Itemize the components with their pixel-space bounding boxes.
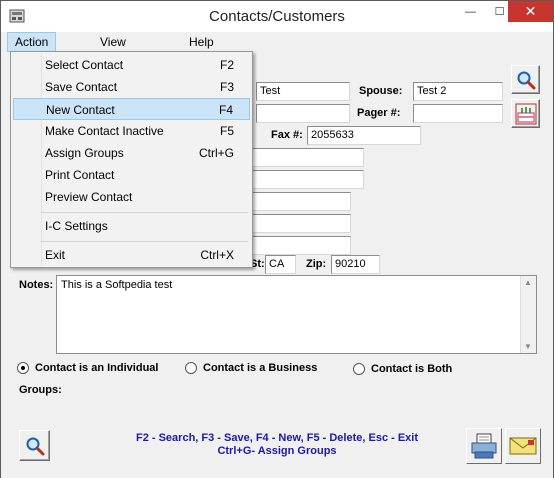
menu-item-label: Assign Groups [45,146,124,160]
menu-item-select-contact[interactable]: Select Contact F2 [13,54,250,76]
menu-item-assign-groups[interactable]: Assign Groups Ctrl+G [13,142,250,164]
radio-individual-dot[interactable] [17,362,29,374]
state-field[interactable]: CA [265,255,296,274]
menu-item-shortcut: Ctrl+G [198,146,234,160]
pager-field[interactable] [413,104,503,123]
menu-help[interactable]: Help [182,32,221,52]
zip-label: Zip: [306,258,327,270]
radio-business-label: Contact is a Business [203,362,318,374]
menu-view[interactable]: View [93,32,133,52]
menu-separator [41,241,248,242]
groups-label: Groups: [19,384,62,396]
city-field[interactable] [250,236,351,255]
menu-item-shortcut: F4 [218,103,233,117]
menu-item-label: Exit [45,248,66,262]
menu-item-shortcut: F5 [219,124,234,138]
menu-separator [41,212,248,213]
address-field-1[interactable] [250,148,364,167]
radio-both[interactable]: Contact is Both [353,363,452,375]
spouse-field[interactable]: Test 2 [413,82,503,101]
menu-item-shortcut: F2 [219,58,234,72]
action-dropdown-menu: Select Contact F2 Save Contact F3 New Co… [10,51,253,268]
menu-item-exit[interactable]: Exit Ctrl+X [13,244,250,266]
menu-item-label: Preview Contact [45,190,133,204]
birthday-button[interactable] [511,99,540,128]
close-button[interactable]: ✕ [508,1,553,22]
menu-item-shortcut: F3 [219,80,234,94]
name-field[interactable]: Test [256,82,350,101]
menu-item-save-contact[interactable]: Save Contact F3 [13,76,250,98]
radio-both-dot[interactable] [353,363,365,375]
phone-field[interactable] [256,104,350,123]
scroll-up-icon[interactable]: ▲ [524,278,532,287]
radio-business[interactable]: Contact is a Business [185,362,317,374]
address-field-2[interactable] [250,170,364,189]
menu-item-ic-settings[interactable]: I-C Settings [13,215,250,237]
notes-text: This is a Softpedia test [61,279,173,291]
menu-item-print-contact[interactable]: Print Contact [13,164,250,186]
menu-item-make-inactive[interactable]: Make Contact Inactive F5 [13,120,250,142]
printer-icon [471,433,497,459]
menu-item-shortcut: Ctrl+X [200,248,234,262]
menu-bar: Action View Help [1,32,553,52]
fax-field[interactable]: 2055633 [307,126,421,145]
radio-business-dot[interactable] [185,362,197,374]
menu-item-label: New Contact [46,103,115,117]
menu-action[interactable]: Action [7,32,57,52]
address-field-3[interactable] [250,192,351,211]
radio-individual[interactable]: Contact is an Individual [17,362,158,374]
title-bar: Contacts/Customers — ☐ ✕ [1,1,553,32]
minimize-button[interactable]: — [456,1,485,22]
notes-label: Notes: [19,279,54,291]
address-field-4[interactable] [250,214,351,233]
scroll-down-icon[interactable]: ▼ [524,342,532,351]
envelope-icon [509,437,537,455]
notes-textarea[interactable]: This is a Softpedia test ▲ ▼ [56,275,537,354]
fax-label: Fax #: [271,129,303,141]
radio-individual-label: Contact is an Individual [35,362,159,374]
menu-item-label: Select Contact [45,58,124,72]
menu-item-label: Print Contact [45,168,115,182]
radio-both-label: Contact is Both [371,363,453,375]
spouse-label: Spouse: [359,85,403,97]
menu-item-label: Make Contact Inactive [45,124,164,138]
print-button[interactable] [466,428,502,464]
zip-field[interactable]: 90210 [331,255,380,274]
pager-label: Pager #: [357,107,401,119]
email-button[interactable] [505,428,541,464]
menu-item-preview-contact[interactable]: Preview Contact [13,186,250,208]
menu-item-label: Save Contact [45,80,118,94]
birthday-cake-icon [515,103,536,124]
menu-item-label: I-C Settings [45,219,108,233]
notes-scrollbar[interactable]: ▲ ▼ [520,276,536,353]
magnifier-icon [517,71,535,89]
menu-item-new-contact[interactable]: New Contact F4 [13,98,250,120]
contacts-window: Contacts/Customers — ☐ ✕ Action View Hel… [0,0,554,478]
search-button[interactable] [511,65,540,94]
